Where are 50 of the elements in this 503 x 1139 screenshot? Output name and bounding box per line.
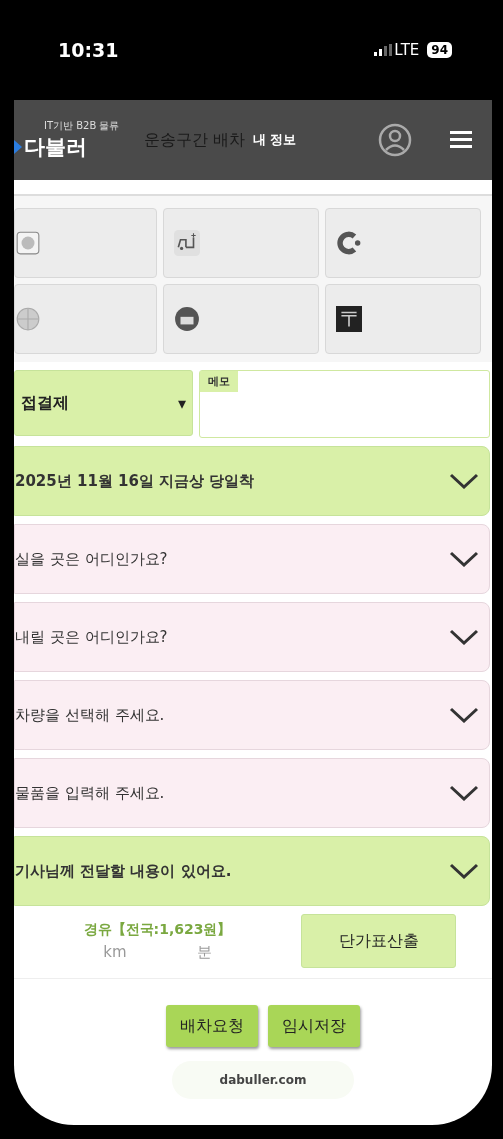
accordion-row[interactable]: 물품을 입력해 주세요. [14,758,490,828]
accordion-row[interactable]: 내릴 곳은 어디인가요? [14,602,490,672]
accordion-label: 2025년 11월 16일 지금상 당일착 [15,471,255,491]
logo-icon [14,140,22,154]
accordion-row[interactable]: 2025년 11월 16일 지금상 당일착 [14,446,490,516]
chevron-down-icon [449,863,479,879]
payment-select[interactable]: 접결제 ▾ [14,370,193,436]
calc-button[interactable]: 단가표산출 [301,914,456,968]
logo-text: 다불러 [24,134,87,161]
memo-field[interactable]: 메모 [199,370,490,438]
action-button[interactable]: 배차요청 [166,1005,258,1047]
chevron-down-icon [449,707,479,723]
t-logo-icon [336,306,362,332]
c-logo-icon [336,230,362,256]
accordion-label: 기사님께 전달할 내용이 있어요. [15,861,232,881]
chevron-down-icon [449,785,479,801]
globe-icon [15,306,41,332]
payment-value: 접결제 [21,392,69,414]
fuel-price: 경유【전국:1,623원】 [83,920,232,939]
service-tile[interactable] [325,284,481,354]
url-bar[interactable]: dabuller.com [171,1061,355,1099]
network-label: LTE [394,41,420,59]
accordion-label: 내릴 곳은 어디인가요? [15,627,168,647]
memo-label: 메모 [200,371,238,392]
battery-indicator: 94 [427,42,452,58]
chevron-down-icon [449,551,479,567]
menu-icon[interactable] [450,131,472,149]
time-unit: 분 [196,942,212,962]
my-info-link[interactable]: 내 정보 [252,131,370,149]
accordion-row[interactable]: 기사님께 전달할 내용이 있어요. [14,836,490,906]
status-time: 10:31 [58,39,120,61]
accordion-label: 실을 곳은 어디인가요? [15,549,168,569]
service-tile[interactable] [163,208,319,278]
round-badge-icon [174,306,200,332]
accordion-row[interactable]: 실을 곳은 어디인가요? [14,524,490,594]
service-tile[interactable] [14,208,157,278]
service-tile[interactable] [14,284,157,354]
accordion-row[interactable]: 차량을 선택해 주세요. [14,680,490,750]
service-tile[interactable] [325,208,481,278]
service-tile[interactable] [163,284,319,354]
distance-unit: km [103,942,127,962]
action-button[interactable]: 임시저장 [268,1005,360,1047]
accordion-label: 차량을 선택해 주세요. [15,705,165,725]
chevron-down-icon [449,629,479,645]
signal-icon [374,44,395,56]
dropdown-arrow: ▾ [177,393,186,413]
chevron-down-icon [449,473,479,489]
logo-tagline: IT기반 B2B 물류 [44,119,120,133]
accordion-label: 물품을 입력해 주세요. [15,783,165,803]
user-icon[interactable] [378,123,412,157]
